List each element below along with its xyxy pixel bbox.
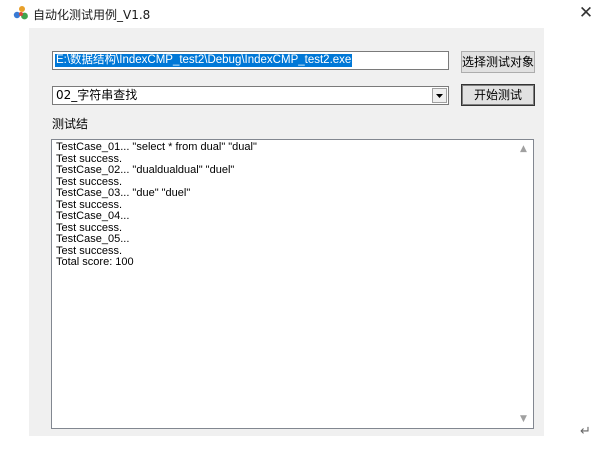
result-line: TestCase_03... "due" "duel" [56,187,191,199]
results-textarea[interactable]: TestCase_01... "select * from dual" "dua… [51,139,534,429]
target-path-field[interactable]: E:\数据结构\IndexCMP_test2\Debug\IndexCMP_te… [52,51,449,70]
target-path-value: E:\数据结构\IndexCMP_test2\Debug\IndexCMP_te… [55,54,353,67]
scroll-up-icon[interactable]: ▲ [520,144,527,154]
dialog-client-area: E:\数据结构\IndexCMP_test2\Debug\IndexCMP_te… [29,28,544,436]
start-test-button[interactable]: 开始测试 [461,84,535,106]
result-line: TestCase_02... "dualdualdual" "duel" [56,164,235,176]
results-text: TestCase_01... "select * from dual" "dua… [56,141,513,269]
test-case-selected-value: 02_字符串查找 [56,88,138,102]
test-case-dropdown[interactable]: 02_字符串查找 [52,86,449,105]
select-target-button[interactable]: 选择测试对象 [461,51,535,73]
scroll-down-icon[interactable]: ▼ [520,414,527,424]
title-bar: 自动化测试用例_V1.8 ✕ [0,0,616,28]
results-label: 测试结 [52,117,89,131]
return-arrow-icon: ↵ [580,424,591,439]
result-line: TestCase_05... [56,233,130,245]
result-line: TestCase_01... "select * from dual" "dua… [56,141,257,153]
dropdown-arrow-icon[interactable] [432,88,447,103]
close-button[interactable]: ✕ [574,2,598,24]
result-line: Total score: 100 [56,256,134,268]
window-title: 自动化测试用例_V1.8 [33,8,151,22]
app-icon [13,5,29,21]
results-scrollbar[interactable]: ▲ ▼ [516,140,533,428]
result-line: TestCase_04... [56,210,130,222]
